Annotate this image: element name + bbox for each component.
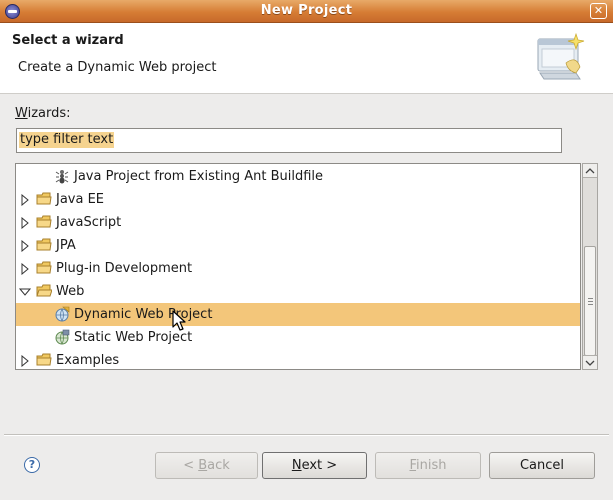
back-button[interactable]: < Back [155,452,258,479]
window-titlebar[interactable]: New Project ✕ [0,0,613,23]
tree-item-dynamic-web-project[interactable]: Dynamic Web Project [16,303,580,326]
tree-item-label: Java Project from Existing Ant Buildfile [74,169,324,184]
tree-item-label: Dynamic Web Project [74,307,213,322]
wizard-banner-icon [537,33,585,80]
next-button[interactable]: Next > [262,452,367,479]
back-button-rest: ack [207,458,230,473]
finish-button-rest: inish [416,458,447,473]
wizards-label: Wizards: [15,106,71,121]
wizard-header: Select a wizard Create a Dynamic Web pro… [0,23,613,94]
header-title: Select a wizard [12,33,124,48]
scroll-thumb[interactable] [584,246,596,356]
tree-item-javascript[interactable]: JavaScript [16,211,580,234]
back-button-mnemonic: B [198,458,208,473]
folder-icon [36,261,52,274]
tree-item-label: Web [56,284,85,299]
tree-item-plug-in-development[interactable]: Plug-in Development [16,257,580,280]
folder-icon [36,192,52,205]
tree-item-label: JPA [56,238,76,253]
folder-icon [36,238,52,251]
expand-arrow-icon[interactable] [20,240,30,252]
folder-icon [36,215,52,228]
tree-vertical-scrollbar[interactable] [582,163,598,370]
next-button-mnemonic: N [291,458,302,473]
tree-item-label: Examples [56,353,120,368]
dynamic-web-project-icon [55,306,70,322]
tree-item-label: Java EE [56,192,105,207]
tree-item-static-web-project[interactable]: Static Web Project [16,326,580,349]
tree-item-web[interactable]: Web [16,280,580,303]
tree-item-java-project-from-ant[interactable]: Java Project from Existing Ant Buildfile [16,165,580,188]
folder-open-icon [36,284,52,297]
header-description: Create a Dynamic Web project [18,60,217,75]
expand-arrow-icon[interactable] [20,217,30,229]
tree-item-java-ee[interactable]: Java EE [16,188,580,211]
close-window-button[interactable]: ✕ [590,3,607,19]
tree-item-label: Static Web Project [74,330,193,345]
wizard-tree[interactable]: Java Project from Existing Ant Buildfile… [15,163,581,370]
wizards-label-mnemonic: W [15,106,28,121]
help-icon[interactable]: ? [24,457,40,473]
folder-icon [36,353,52,366]
footer-separator [4,434,609,436]
ant-project-icon [55,170,69,184]
collapse-arrow-icon[interactable] [19,287,31,297]
window-title: New Project [260,3,353,18]
expand-arrow-icon[interactable] [20,355,30,367]
scroll-down-button[interactable] [583,355,597,369]
tree-item-label: Plug-in Development [56,261,193,276]
tree-item-examples[interactable]: Examples [16,349,580,369]
expand-arrow-icon[interactable] [20,194,30,206]
static-web-project-icon [55,329,70,345]
arrow-down-icon [585,360,595,366]
filter-placeholder-text: type filter text [19,132,115,148]
scroll-up-button[interactable] [583,164,597,178]
cancel-button[interactable]: Cancel [489,452,595,479]
wizards-label-rest: izards: [27,106,71,121]
mouse-pointer-icon [172,310,186,331]
expand-arrow-icon[interactable] [20,263,30,275]
tree-item-label: JavaScript [56,215,122,230]
arrow-up-icon [585,168,595,174]
finish-button[interactable]: Finish [375,452,481,479]
tree-item-jpa[interactable]: JPA [16,234,580,257]
back-button-prefix: < [183,458,199,473]
next-button-rest: ext > [301,458,338,473]
